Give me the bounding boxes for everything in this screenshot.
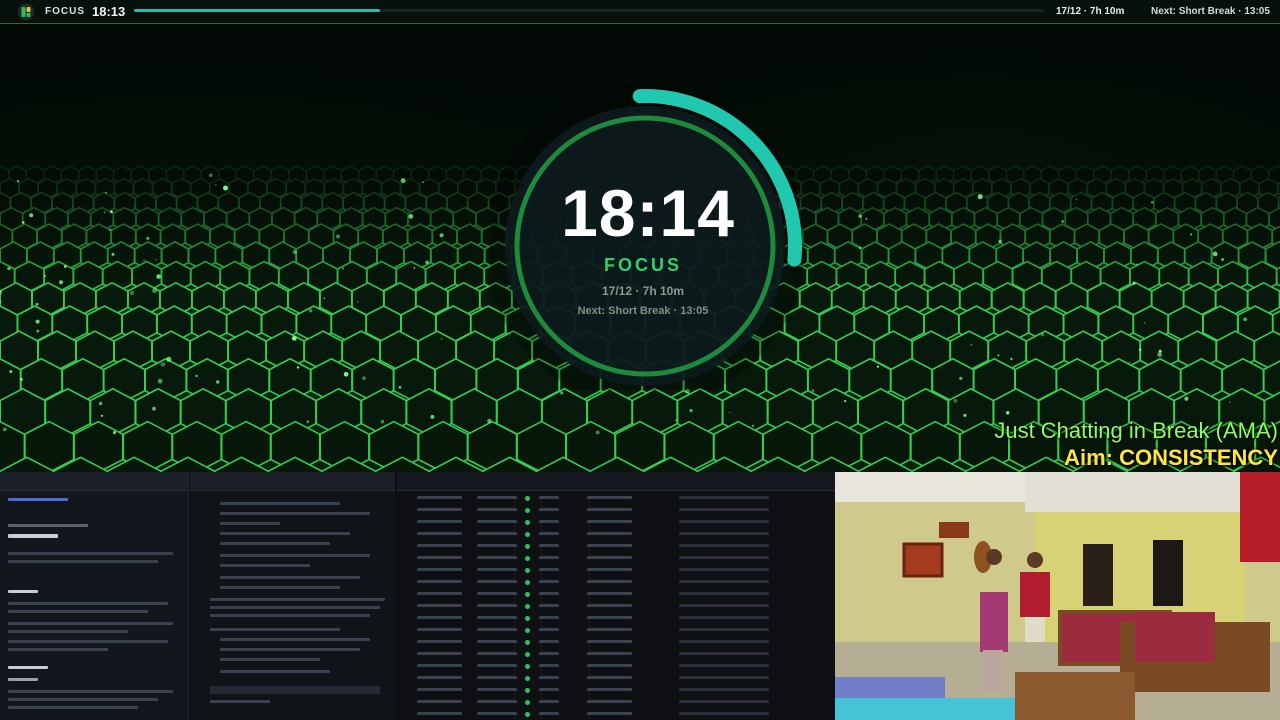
session-date-info: 17/12 · 7h 10m <box>601 284 685 298</box>
main-timer: 18:14 <box>561 176 735 250</box>
top-date-info: 17/12 · 7h 10m <box>1056 6 1125 17</box>
next-session-label: Next: Short Break · 13:05 <box>577 305 709 317</box>
screen-share-panel <box>0 472 835 720</box>
top-next-session: Next: Short Break · 13:05 <box>1151 6 1270 17</box>
top-status-bar: FOCUS 18:13 17/12 · 7h 10m Next: Short B… <box>0 0 1280 24</box>
top-progress-fill <box>134 9 380 12</box>
session-mode-label: FOCUS <box>604 255 682 275</box>
stream-status-text: Just Chatting in Break (AMA) <box>994 418 1278 443</box>
top-mode-label: FOCUS <box>45 6 85 17</box>
app-logo-icon <box>17 3 35 21</box>
shared-window-table <box>397 472 835 720</box>
webcam-feed <box>835 472 1280 720</box>
window-titlebar <box>397 472 835 491</box>
shared-window-notes <box>190 472 395 720</box>
window-titlebar <box>0 472 188 491</box>
stream-aim-text: Aim: CONSISTENCY <box>1064 445 1278 470</box>
window-titlebar <box>190 472 395 491</box>
top-progress-track <box>134 9 1044 12</box>
top-timer: 18:13 <box>92 4 126 19</box>
shared-window-document <box>0 472 189 720</box>
